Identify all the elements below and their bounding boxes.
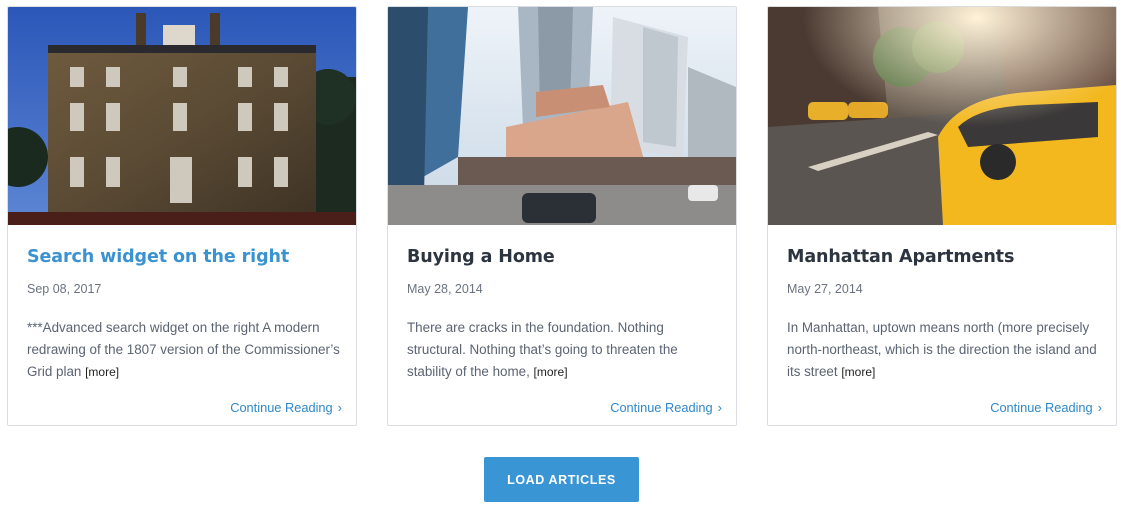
article-title[interactable]: Buying a Home xyxy=(407,244,720,270)
more-link[interactable]: [more] xyxy=(534,365,568,379)
more-link[interactable]: [more] xyxy=(85,365,119,379)
chevron-right-icon: › xyxy=(1097,400,1102,415)
article-title[interactable]: Manhattan Apartments xyxy=(787,244,1100,270)
article-excerpt: ***Advanced search widget on the right A… xyxy=(27,317,340,383)
continue-reading-label: Continue Reading xyxy=(990,400,1093,415)
article-excerpt: In Manhattan, uptown means north (more p… xyxy=(787,317,1100,383)
more-link[interactable]: [more] xyxy=(841,365,875,379)
excerpt-text: In Manhattan, uptown means north (more p… xyxy=(787,320,1097,379)
article-excerpt: There are cracks in the foundation. Noth… xyxy=(407,317,720,383)
article-card: Search widget on the right Sep 08, 2017 … xyxy=(7,6,357,426)
continue-reading-label: Continue Reading xyxy=(230,400,333,415)
article-card: Buying a Home May 28, 2014 There are cra… xyxy=(387,6,737,426)
article-image[interactable] xyxy=(768,7,1116,225)
article-image[interactable] xyxy=(388,7,736,225)
article-date: May 27, 2014 xyxy=(787,282,863,296)
article-image[interactable] xyxy=(8,7,356,225)
load-articles-button[interactable]: LOAD ARTICLES xyxy=(484,457,639,502)
article-date: May 28, 2014 xyxy=(407,282,483,296)
chevron-right-icon: › xyxy=(717,400,722,415)
chevron-right-icon: › xyxy=(337,400,342,415)
continue-reading-label: Continue Reading xyxy=(610,400,713,415)
continue-reading-link[interactable]: Continue Reading › xyxy=(990,400,1102,415)
excerpt-text: ***Advanced search widget on the right A… xyxy=(27,320,340,379)
article-card: Manhattan Apartments May 27, 2014 In Man… xyxy=(767,6,1117,426)
article-title[interactable]: Search widget on the right xyxy=(27,244,340,270)
article-date: Sep 08, 2017 xyxy=(27,282,102,296)
continue-reading-link[interactable]: Continue Reading › xyxy=(230,400,342,415)
continue-reading-link[interactable]: Continue Reading › xyxy=(610,400,722,415)
